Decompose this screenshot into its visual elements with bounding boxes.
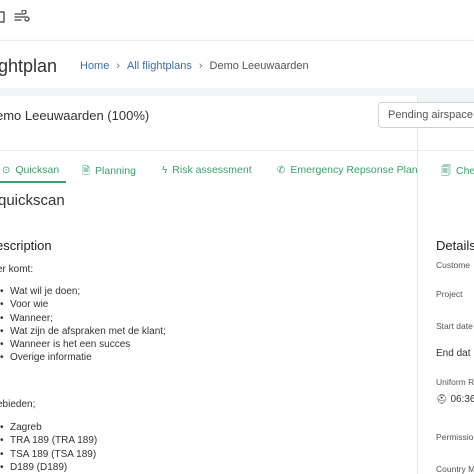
list-item: TSA 189 (TSA 189) <box>0 448 97 462</box>
tab-planning[interactable]: 🗎 Planning <box>82 164 136 181</box>
list-item: Zagreb <box>0 421 97 435</box>
breadcrumb-separator: › <box>116 60 121 72</box>
active-tab-indicator <box>0 181 66 183</box>
menu-icon[interactable] <box>0 10 6 27</box>
question-list: Wat wil je doen; Voor wie Wanneer; Wat z… <box>0 285 166 365</box>
area-list: Zagreb TRA 189 (TRA 189) TSA 189 (TSA 18… <box>0 421 97 474</box>
flightplan-title: emo Leeuwaarden (100%) <box>0 108 150 123</box>
tab-risk-assessment[interactable]: ϟ Risk assessment <box>162 164 252 176</box>
status-button[interactable]: Pending airspace request <box>378 102 474 128</box>
section-title: quickscan <box>0 192 65 209</box>
lightning-icon: ϟ <box>162 165 168 176</box>
tab-label: Risk assessment <box>172 164 252 176</box>
list-item: Wat wil je doen; <box>0 285 166 299</box>
customer-label: Custome <box>436 260 471 270</box>
top-bar <box>0 0 474 40</box>
tab-label: Planning <box>95 165 136 177</box>
tab-label: Emergency Repsonse Plan <box>290 164 418 176</box>
details-heading: Details <box>436 238 474 253</box>
breadcrumb-separator: › <box>198 60 203 72</box>
drone-icon: ⛑ <box>436 394 448 404</box>
wind-icon[interactable] <box>14 9 30 27</box>
tab-checklist[interactable]: 🗐 Che <box>441 164 474 181</box>
description-heading: escription <box>0 238 52 253</box>
uniform-label: Uniform R <box>436 377 474 387</box>
tab-quicksan[interactable]: ⊙ Quicksan <box>2 164 59 176</box>
start-date-label: Start date <box>436 321 473 331</box>
project-label: Project <box>436 289 463 299</box>
phone-icon: ✆ <box>277 165 286 176</box>
divider <box>0 150 474 151</box>
list-item: Voor wie <box>0 298 166 312</box>
list-item: Wanneer is het een succes <box>0 338 166 352</box>
tab-label: Quicksan <box>15 164 60 176</box>
uniform-time: 06:36 <box>450 394 474 405</box>
breadcrumb-current: Demo Leeuwaarden <box>209 60 309 72</box>
permission-label: Permissio <box>436 432 474 442</box>
list-item: Overige informatie <box>0 351 166 365</box>
page-header: ightplan Home › All flightplans › Demo Leeuw… <box>0 40 474 88</box>
tab-label: Che <box>456 165 474 177</box>
end-date-label: End dat <box>436 348 471 359</box>
description-intro: er komt: <box>0 264 34 275</box>
country-label: Country M <box>436 464 474 474</box>
uniform-value: ⛑ 06:36 <box>436 394 474 405</box>
breadcrumb-all-flightplans-link[interactable]: All flightplans <box>127 60 192 72</box>
tab-bar: ⊙ Quicksan 🗎 Planning ϟ Risk assessment ✆ Em… <box>0 160 474 182</box>
list-item: TRA 189 (TRA 189) <box>0 434 97 448</box>
breadcrumb-home-link[interactable]: Home <box>80 60 109 72</box>
list-item: Wat zijn de afspraken met de klant; <box>0 325 166 339</box>
clipboard-icon: 🗐 <box>441 166 451 177</box>
file-icon: 🗎 <box>82 166 91 177</box>
breadcrumb: Home › All flightplans › Demo Leeuwaarden <box>80 60 309 72</box>
tab-emergency-response-plan[interactable]: ✆ Emergency Repsonse Plan <box>277 164 418 176</box>
areas-label: ebieden; <box>0 399 36 410</box>
page-title: ightplan <box>0 56 58 76</box>
list-item: D189 (D189) <box>0 461 97 474</box>
list-item: Wanneer; <box>0 312 166 326</box>
clock-icon: ⊙ <box>2 165 11 176</box>
